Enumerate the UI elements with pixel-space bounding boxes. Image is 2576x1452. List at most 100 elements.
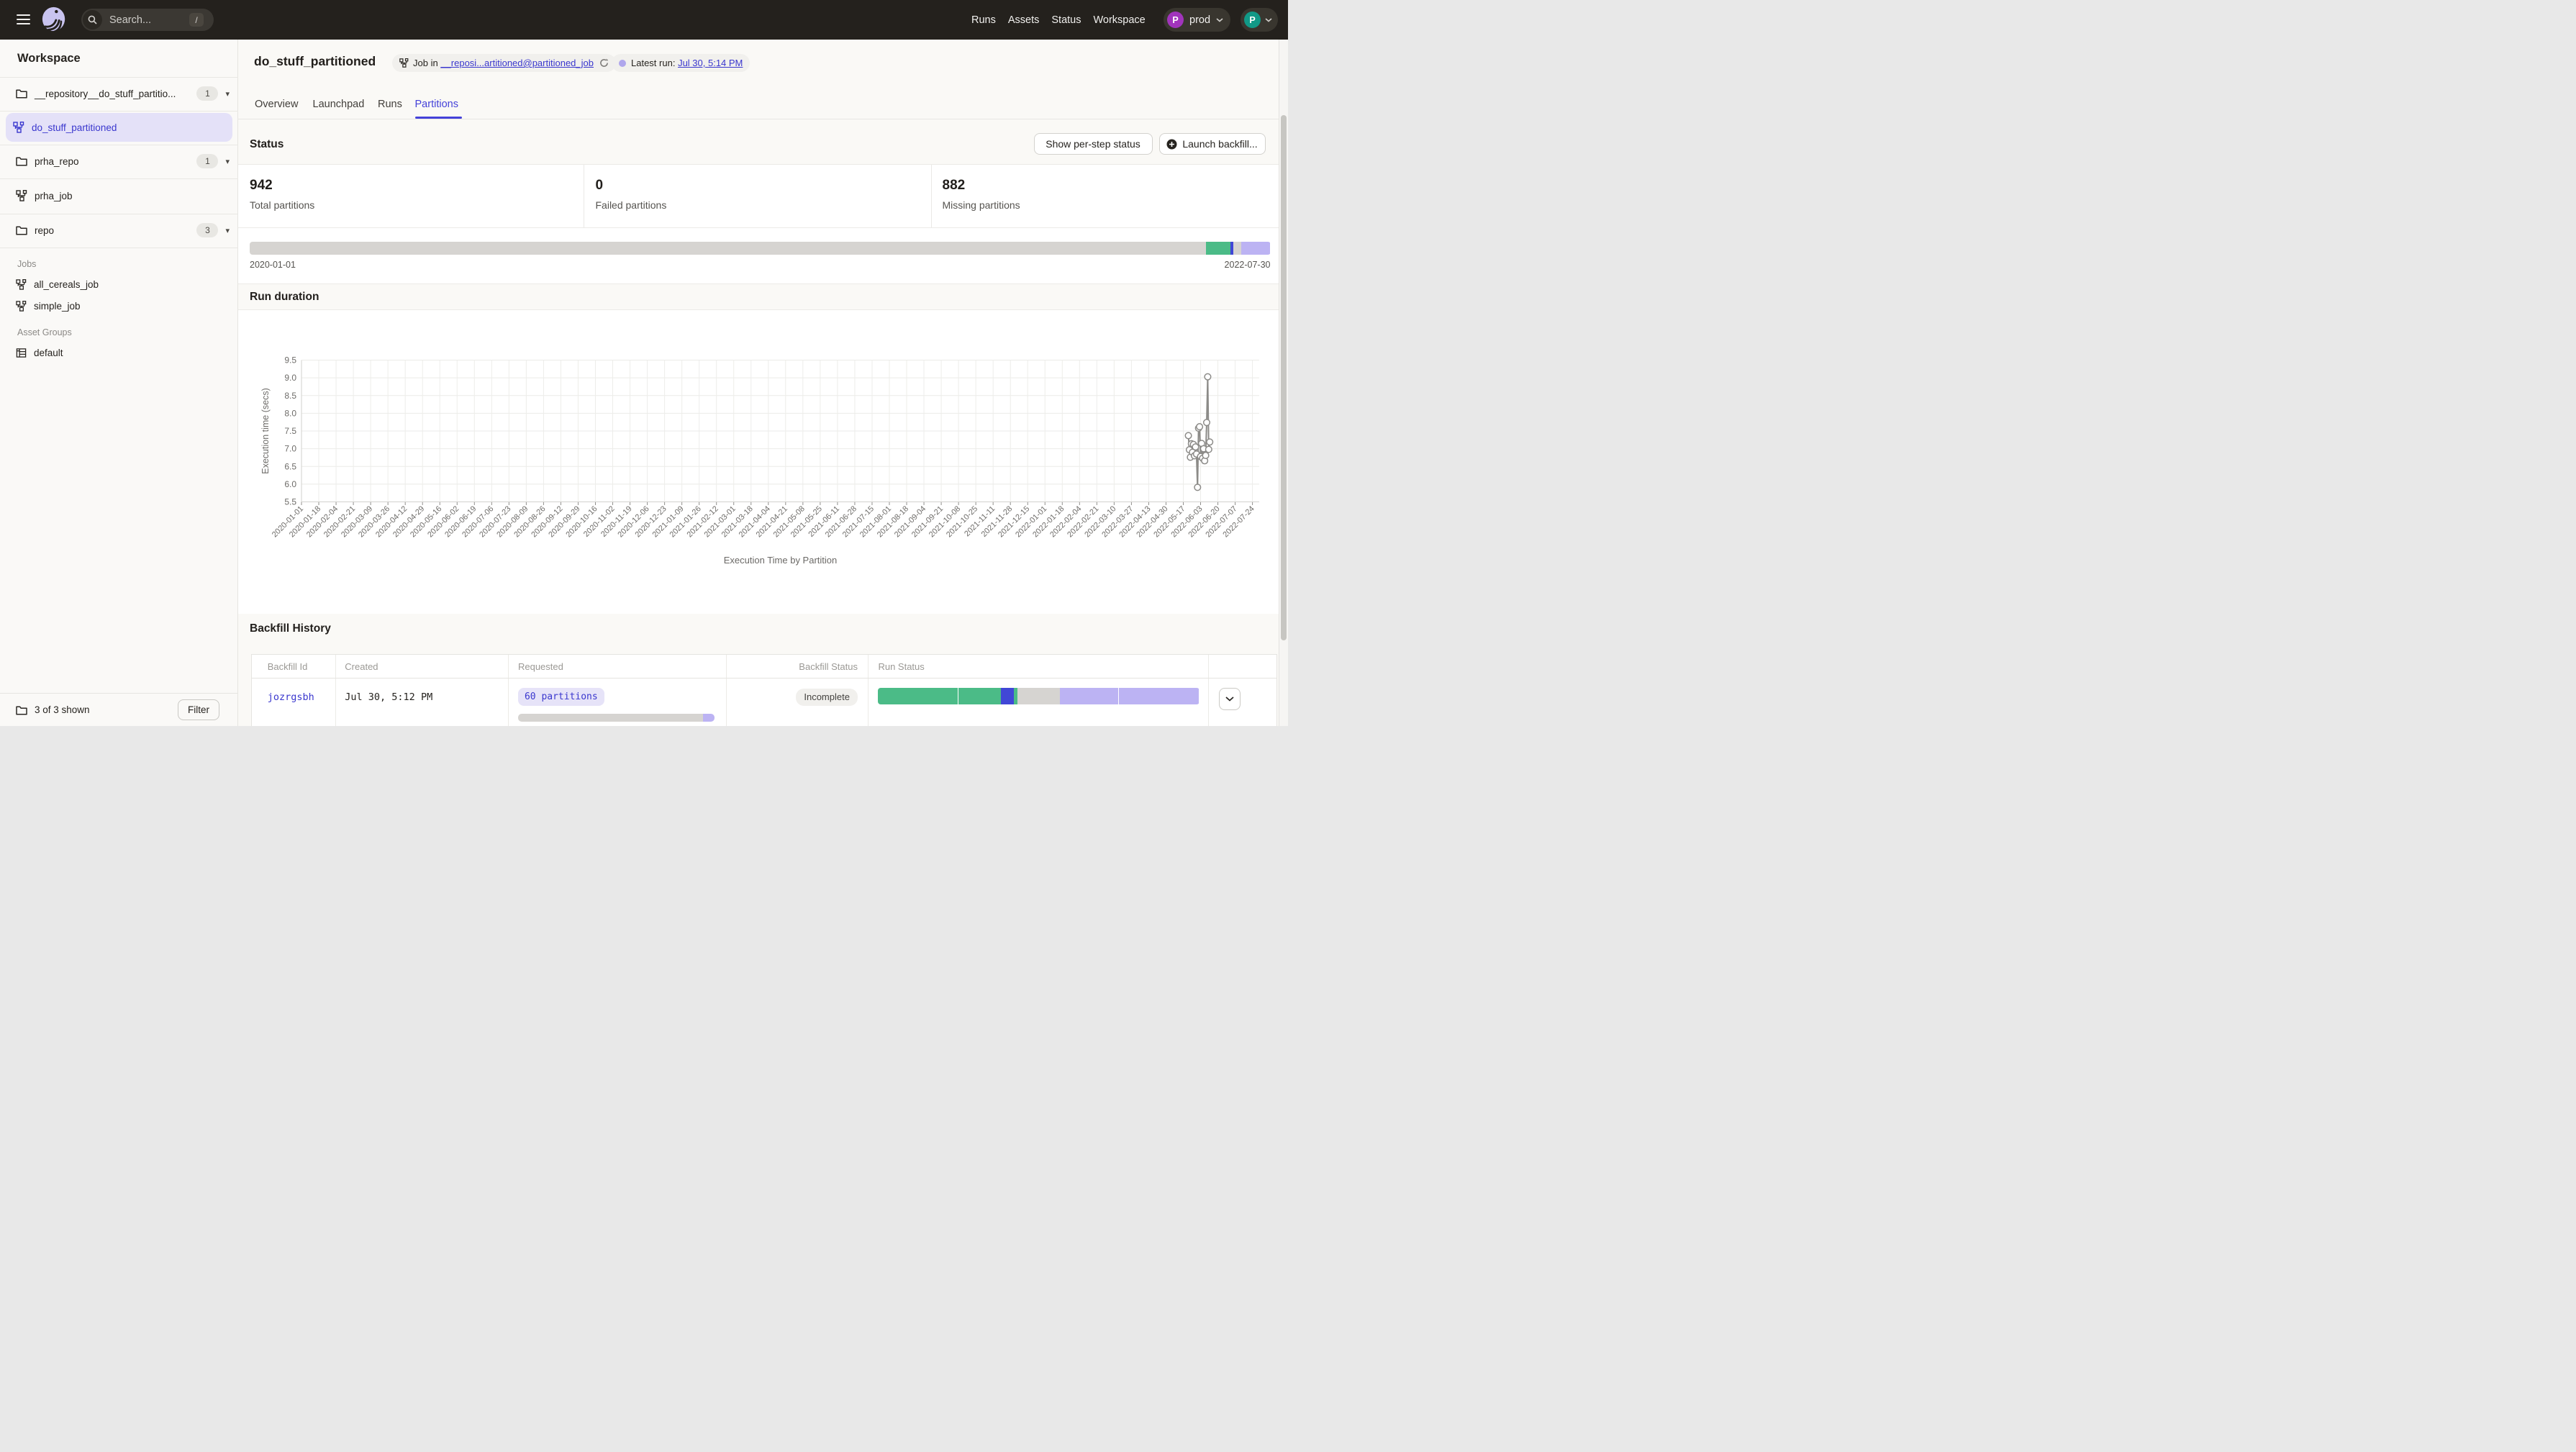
page-title: do_stuff_partitioned xyxy=(254,54,376,69)
deployment-avatar: P xyxy=(1167,12,1184,28)
partition-stats-panel: 942 Total partitions 0 Failed partitions… xyxy=(238,164,1279,228)
backfill-history-table: Backfill Id Created Requested Backfill S… xyxy=(251,654,1277,726)
backfill-id-link[interactable]: jozrgsbh xyxy=(268,691,314,703)
partition-range-start: 2020-01-01 xyxy=(250,260,296,270)
search-box[interactable]: / xyxy=(81,9,214,31)
requested-progress-bar xyxy=(518,714,715,722)
sidebar-item-repository[interactable]: __repository__do_stuff_partitio... 1 ▾ xyxy=(0,77,238,111)
svg-text:7.0: 7.0 xyxy=(284,444,296,454)
sidebar-item-label: repo xyxy=(35,225,54,236)
col-created: Created xyxy=(336,655,509,678)
backfill-history-heading: Backfill History xyxy=(250,622,331,635)
status-heading: Status xyxy=(250,138,284,151)
execution-time-chart[interactable]: 5.56.06.57.07.58.08.59.09.52020-01-01202… xyxy=(238,310,1279,618)
expand-row-button[interactable] xyxy=(1219,688,1241,711)
requested-range-end: 2022-07-30 xyxy=(663,725,715,726)
sidebar-item-prha-repo[interactable]: prha_repo 1 ▾ xyxy=(0,145,238,179)
bar-segment xyxy=(958,688,1001,704)
reload-icon[interactable] xyxy=(599,58,609,68)
sidebar-job-simple[interactable]: simple_job xyxy=(0,296,238,317)
chevron-down-icon xyxy=(1265,18,1272,22)
user-menu[interactable]: P xyxy=(1241,8,1278,32)
tab-runs[interactable]: Runs xyxy=(378,99,402,110)
bar-segment xyxy=(1017,688,1060,704)
deployment-switcher[interactable]: P prod xyxy=(1164,8,1230,32)
stat-label: Missing partitions xyxy=(943,199,1020,211)
latest-run-link[interactable]: Jul 30, 5:14 PM xyxy=(678,58,743,68)
asset-group-grid-icon xyxy=(16,348,27,358)
stat-failed-partitions: 0 Failed partitions xyxy=(596,178,667,211)
stat-label: Total partitions xyxy=(250,199,314,211)
main-content: do_stuff_partitioned Job in __reposi...a… xyxy=(238,40,1279,726)
bar-segment xyxy=(250,242,1206,255)
stat-label: Failed partitions xyxy=(596,199,667,211)
bar-segment xyxy=(1233,242,1241,255)
latest-run-label: Latest run: xyxy=(631,58,675,68)
nav-assets[interactable]: Assets xyxy=(1008,14,1040,26)
bar-segment xyxy=(878,688,957,704)
page-scrollbar[interactable] xyxy=(1279,40,1288,726)
svg-text:8.5: 8.5 xyxy=(284,391,296,401)
backfill-created: Jul 30, 5:12 PM xyxy=(345,691,432,703)
bar-segment xyxy=(1060,688,1118,704)
run-status-dot-icon xyxy=(619,60,626,67)
job-icon xyxy=(13,122,24,133)
item-count-badge: 1 xyxy=(196,86,218,101)
sidebar-job-label: all_cereals_job xyxy=(34,279,99,290)
dagster-logo-icon[interactable] xyxy=(40,6,68,37)
launch-backfill-button[interactable]: Launch backfill... xyxy=(1159,133,1266,155)
col-run-status: Run Status xyxy=(869,655,1209,678)
filter-button[interactable]: Filter xyxy=(178,699,219,720)
scrollbar-thumb[interactable] xyxy=(1281,115,1287,640)
bar-segment xyxy=(1241,242,1270,255)
bar-segment xyxy=(703,714,715,722)
folder-icon xyxy=(16,156,27,166)
latest-run-badge: Latest run: Jul 30, 5:14 PM xyxy=(612,54,750,72)
svg-text:Execution Time by Partition: Execution Time by Partition xyxy=(724,555,838,566)
sidebar-item-label: do_stuff_partitioned xyxy=(32,122,117,133)
nav-workspace[interactable]: Workspace xyxy=(1093,14,1145,26)
nav-status[interactable]: Status xyxy=(1051,14,1081,26)
requested-range-start: 2020-01-01 xyxy=(518,725,570,726)
svg-text:5.5: 5.5 xyxy=(284,497,296,507)
sidebar-item-label: prha_repo xyxy=(35,156,79,167)
hamburger-menu-icon[interactable] xyxy=(17,14,30,25)
bar-segment xyxy=(1119,688,1199,704)
sidebar-job-all-cereals[interactable]: all_cereals_job xyxy=(0,274,238,295)
backfill-status-badge: Incomplete xyxy=(796,689,858,706)
expand-caret-icon[interactable]: ▾ xyxy=(225,226,230,235)
search-shortcut-key: / xyxy=(189,13,204,27)
expand-caret-icon[interactable]: ▾ xyxy=(225,157,230,166)
nav-runs[interactable]: Runs xyxy=(971,14,996,26)
col-backfill-status: Backfill Status xyxy=(727,655,869,678)
tab-launchpad[interactable]: Launchpad xyxy=(313,99,365,110)
sidebar-item-label: prha_job xyxy=(35,191,73,201)
run-duration-chart-panel: 5.56.06.57.07.58.08.59.09.52020-01-01202… xyxy=(238,309,1279,614)
stat-total-partitions: 942 Total partitions xyxy=(250,178,314,211)
run-status-bar[interactable] xyxy=(878,688,1199,704)
search-input[interactable] xyxy=(108,14,181,27)
sidebar-item-repo[interactable]: repo 3 ▾ xyxy=(0,214,238,248)
tab-overview[interactable]: Overview xyxy=(255,99,298,110)
svg-text:Execution time (secs): Execution time (secs) xyxy=(260,388,271,473)
svg-text:6.0: 6.0 xyxy=(284,479,296,489)
sidebar-item-prha-job[interactable]: prha_job xyxy=(0,178,238,214)
folder-icon xyxy=(16,89,27,99)
bar-segment xyxy=(1001,688,1014,704)
partition-status-bar[interactable] xyxy=(250,242,1271,255)
search-icon xyxy=(83,10,102,30)
tab-partitions[interactable]: Partitions xyxy=(415,99,458,110)
user-avatar: P xyxy=(1244,12,1261,28)
sidebar-asset-group-default[interactable]: default xyxy=(0,342,238,363)
top-nav: Runs Assets Status Workspace xyxy=(971,0,1146,40)
show-per-step-status-button[interactable]: Show per-step status xyxy=(1034,133,1153,155)
stat-value: 882 xyxy=(943,178,1020,194)
expand-caret-icon[interactable]: ▾ xyxy=(225,89,230,99)
item-count-badge: 3 xyxy=(196,223,218,237)
asset-groups-section-label: Asset Groups xyxy=(17,327,72,337)
sidebar-item-do-stuff-partitioned[interactable]: do_stuff_partitioned xyxy=(6,113,232,142)
requested-partitions-badge[interactable]: 60 partitions xyxy=(518,688,604,706)
stat-missing-partitions: 882 Missing partitions xyxy=(943,178,1020,211)
top-bar: / Runs Assets Status Workspace P prod P xyxy=(0,0,1288,40)
job-location-link[interactable]: __reposi...artitioned@partitioned_job xyxy=(440,58,594,68)
